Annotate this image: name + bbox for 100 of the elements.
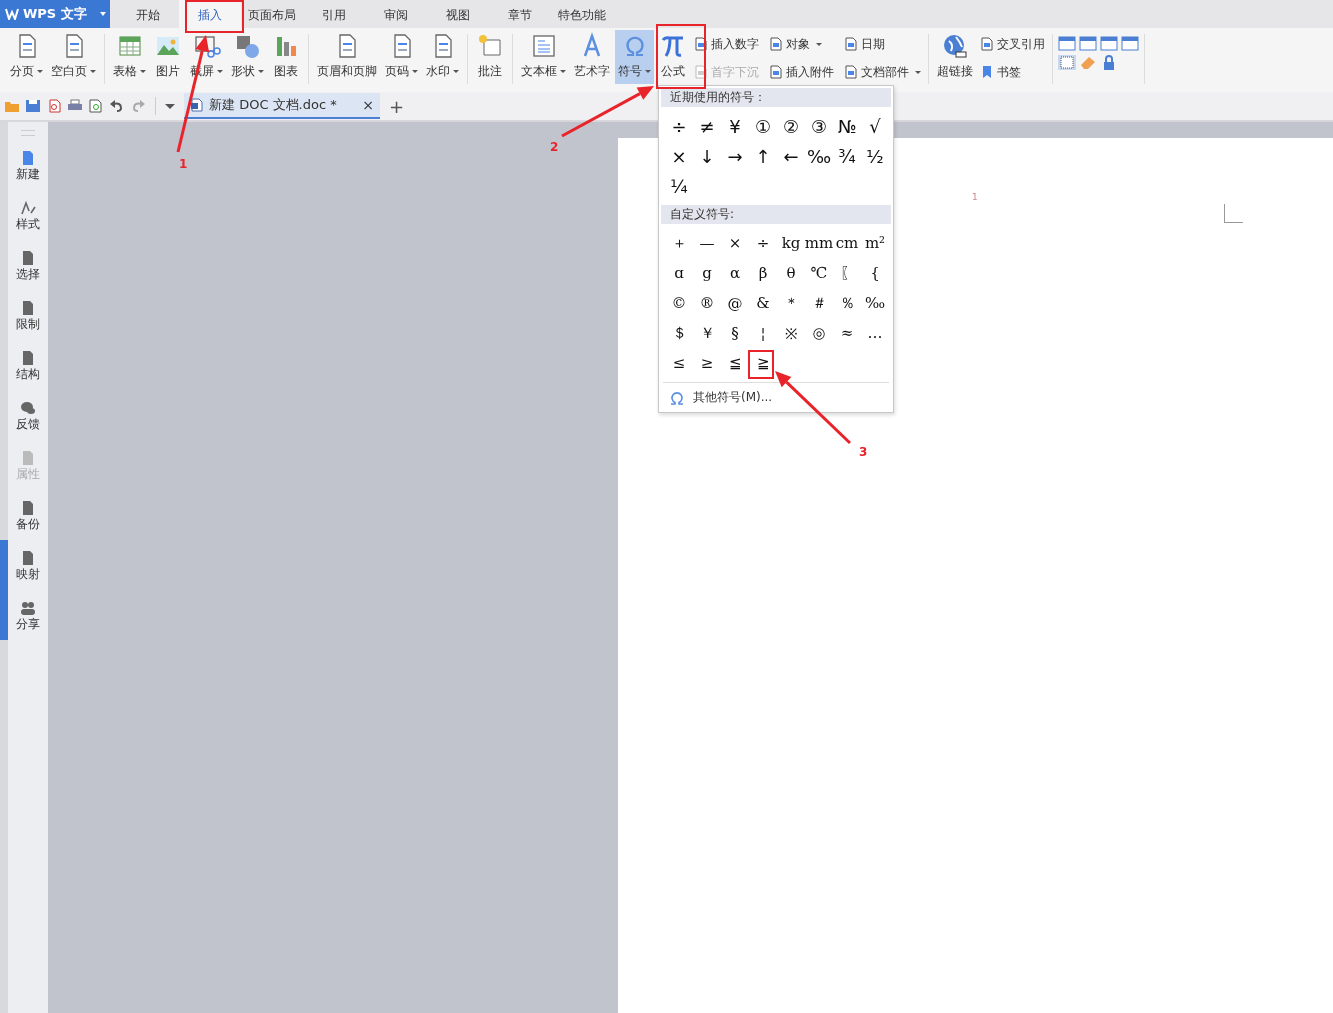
symbol-item[interactable]: ＄: [665, 318, 693, 348]
symbol-item[interactable]: ×: [721, 228, 749, 258]
symbol-item[interactable]: ￥: [693, 318, 721, 348]
ribbon-button[interactable]: 分页: [7, 30, 46, 84]
ribbon-tab[interactable]: 特色功能: [551, 0, 613, 28]
symbol-item[interactable]: m²: [861, 228, 889, 258]
ribbon-button[interactable]: 交叉引用: [978, 30, 1047, 58]
symbol-item[interactable]: ＋: [665, 228, 693, 258]
symbol-item[interactable]: ¥: [721, 111, 749, 141]
symbol-item[interactable]: ↓: [693, 141, 721, 171]
symbol-item[interactable]: ①: [749, 111, 777, 141]
symbol-item[interactable]: ≦: [721, 348, 749, 378]
symbol-item[interactable]: θ: [777, 258, 805, 288]
symbol-item[interactable]: @: [721, 288, 749, 318]
ribbon-tab[interactable]: 视图: [427, 0, 489, 28]
symbol-item[interactable]: ≥: [693, 348, 721, 378]
ribbon-button[interactable]: 日期: [842, 30, 923, 58]
ribbon-button[interactable]: 页眉和页脚: [314, 30, 380, 84]
form-field-icon[interactable]: [1058, 55, 1076, 70]
ribbon-button[interactable]: 水印: [423, 30, 462, 84]
ribbon-button[interactable]: 符号: [615, 30, 654, 84]
collapse-handle[interactable]: [0, 540, 8, 640]
symbol-item[interactable]: ←: [777, 141, 805, 171]
symbol-item[interactable]: →: [721, 141, 749, 171]
ribbon-button[interactable]: 对象: [767, 30, 836, 58]
symbol-item[interactable]: β: [749, 258, 777, 288]
close-tab-button[interactable]: ×: [362, 97, 374, 113]
symbol-item[interactable]: —: [693, 228, 721, 258]
dropdown-arrow-icon[interactable]: [165, 103, 175, 109]
symbol-item[interactable]: ×: [665, 141, 693, 171]
ribbon-button[interactable]: 空白页: [48, 30, 99, 84]
symbol-item[interactable]: ¼: [665, 171, 693, 201]
symbol-item[interactable]: ‰: [861, 288, 889, 318]
symbol-item[interactable]: 〖: [833, 258, 861, 288]
ribbon-button[interactable]: 图片: [151, 30, 185, 84]
symbol-item[interactable]: ®: [693, 288, 721, 318]
ribbon-tab[interactable]: 插入: [179, 0, 241, 28]
ribbon-button[interactable]: 插入数字: [692, 30, 761, 58]
form-field-icon[interactable]: [1058, 36, 1076, 51]
symbol-item[interactable]: mm: [805, 228, 833, 258]
symbol-item[interactable]: &: [749, 288, 777, 318]
sidebar-item[interactable]: 样式: [16, 200, 40, 250]
sidebar-item[interactable]: 限制: [16, 300, 40, 350]
ribbon-button[interactable]: 插入附件: [767, 58, 836, 86]
new-tab-button[interactable]: +: [389, 95, 405, 117]
ribbon-button[interactable]: 书签: [978, 58, 1047, 86]
undo-icon[interactable]: [109, 99, 125, 113]
sidebar-item[interactable]: 分享: [16, 600, 40, 650]
symbol-item[interactable]: g: [693, 258, 721, 288]
symbol-item[interactable]: ◎: [805, 318, 833, 348]
symbol-item[interactable]: ％: [833, 288, 861, 318]
symbol-item[interactable]: ②: [777, 111, 805, 141]
symbol-item[interactable]: …: [861, 318, 889, 348]
document-tab[interactable]: 新建 DOC 文档.doc * ×: [184, 93, 380, 119]
symbol-item[interactable]: α: [721, 258, 749, 288]
ribbon-button[interactable]: 超链接: [934, 30, 976, 84]
ribbon-button[interactable]: 图表: [269, 30, 303, 84]
save-icon[interactable]: [25, 99, 41, 113]
sidebar-item[interactable]: 反馈: [16, 400, 40, 450]
ribbon-tab[interactable]: 页面布局: [241, 0, 303, 28]
sidebar-item[interactable]: 映射: [16, 550, 40, 600]
symbol-item[interactable]: ÷: [749, 228, 777, 258]
symbol-item[interactable]: ℃: [805, 258, 833, 288]
symbol-item[interactable]: ≤: [665, 348, 693, 378]
ribbon-button[interactable]: 表格: [110, 30, 149, 84]
ribbon-tab[interactable]: 引用: [303, 0, 365, 28]
symbol-item[interactable]: ¾: [833, 141, 861, 171]
ribbon-button[interactable]: 艺术字: [571, 30, 613, 84]
export-icon[interactable]: [46, 99, 62, 113]
redo-icon[interactable]: [130, 99, 146, 113]
sidebar-item[interactable]: 新建: [16, 150, 40, 200]
ribbon-button[interactable]: 公式: [656, 30, 690, 84]
ribbon-tab[interactable]: 章节: [489, 0, 551, 28]
ribbon-button[interactable]: 批注: [473, 30, 507, 84]
symbol-item[interactable]: №: [833, 111, 861, 141]
symbol-item[interactable]: {: [861, 258, 889, 288]
print-icon[interactable]: [67, 99, 83, 113]
form-field-icon[interactable]: [1079, 36, 1097, 51]
symbol-item[interactable]: ½: [861, 141, 889, 171]
ribbon-button[interactable]: 文档部件: [842, 58, 923, 86]
symbol-item[interactable]: ※: [777, 318, 805, 348]
symbol-item[interactable]: kg: [777, 228, 805, 258]
symbol-item[interactable]: ɑ: [665, 258, 693, 288]
symbol-item[interactable]: §: [721, 318, 749, 348]
ribbon-button[interactable]: 形状: [228, 30, 267, 84]
symbol-item[interactable]: ↑: [749, 141, 777, 171]
ribbon-button[interactable]: 文本框: [518, 30, 569, 84]
ribbon-tab[interactable]: 审阅: [365, 0, 427, 28]
sidebar-item[interactable]: 结构: [16, 350, 40, 400]
symbol-item[interactable]: ©: [665, 288, 693, 318]
symbol-item[interactable]: ≈: [833, 318, 861, 348]
sidebar-item[interactable]: 备份: [16, 500, 40, 550]
symbol-item[interactable]: ≠: [693, 111, 721, 141]
form-field-icon[interactable]: [1100, 36, 1118, 51]
symbol-item[interactable]: ＃: [805, 288, 833, 318]
symbol-item[interactable]: √: [861, 111, 889, 141]
ribbon-tab[interactable]: 开始: [117, 0, 179, 28]
symbol-item[interactable]: ③: [805, 111, 833, 141]
print-preview-icon[interactable]: [88, 99, 104, 113]
symbol-item[interactable]: ≧: [749, 348, 777, 378]
